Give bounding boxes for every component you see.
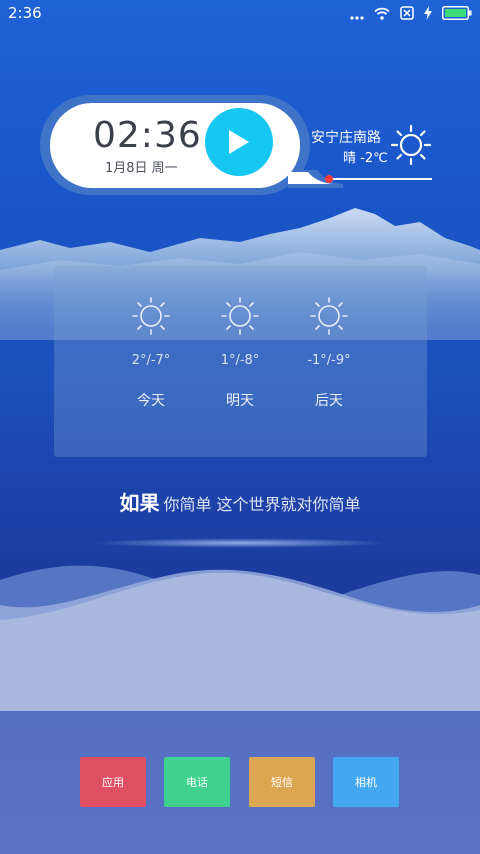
phone-button[interactable]: 电话 (164, 757, 230, 807)
forecast-day: 明天 (226, 393, 254, 409)
weather-location: 安宁庄南路 (311, 130, 381, 146)
forecast-tomorrow: 1°/-8° 明天 (195, 296, 285, 410)
charging-icon (424, 5, 432, 24)
forecast-temp: -1°/-9° (307, 353, 351, 368)
more-icon (350, 5, 364, 24)
timeline-line (330, 178, 432, 180)
no-sim-icon (400, 5, 414, 24)
forecast-day: 后天 (315, 393, 343, 409)
slogan-rest: 你简单 这个世界就对你简单 (163, 495, 361, 514)
forecast-temp: 2°/-7° (131, 353, 171, 368)
battery-icon (442, 5, 472, 24)
forecast-day: 今天 (137, 393, 165, 409)
slogan-strong: 如果 (119, 491, 160, 515)
wifi-icon (374, 5, 390, 24)
forecast-today: 2°/-7° 今天 (106, 296, 196, 410)
status-bar: 2:36 (0, 0, 480, 28)
status-icons (350, 5, 472, 24)
dock (0, 710, 480, 854)
glow-line (90, 538, 390, 548)
weather-condition: 晴 -2℃ (343, 151, 388, 166)
sun-icon (310, 297, 348, 335)
wave-decoration (0, 565, 480, 720)
sun-icon (390, 124, 432, 166)
clock-date: 1月8日 周一 (105, 161, 178, 176)
forecast-temp: 1°/-8° (220, 353, 260, 368)
messages-button[interactable]: 短信 (249, 757, 315, 807)
play-button[interactable] (205, 108, 273, 176)
timeline-dot (325, 175, 333, 183)
sun-icon (221, 297, 259, 335)
camera-button[interactable]: 相机 (333, 757, 399, 807)
slogan: 如果 你简单 这个世界就对你简单 (0, 487, 480, 516)
apps-button[interactable]: 应用 (80, 757, 146, 807)
play-icon (229, 130, 249, 154)
sun-icon (132, 297, 170, 335)
status-time: 2:36 (8, 4, 42, 22)
clock-time: 02:36 (93, 115, 202, 156)
forecast-day-after: -1°/-9° 后天 (284, 296, 374, 410)
